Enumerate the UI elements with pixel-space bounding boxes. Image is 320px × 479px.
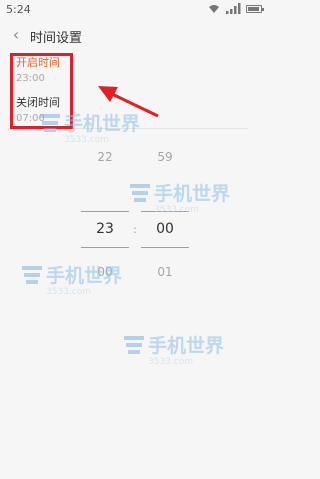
minute-next[interactable]: 01 xyxy=(141,265,189,279)
battery-icon xyxy=(246,5,264,13)
watermark-logo: 手机世界 3533.com xyxy=(124,330,240,366)
svg-text:3533.com: 3533.com xyxy=(154,205,199,214)
status-icons xyxy=(208,3,264,15)
time-separator: : xyxy=(133,223,137,236)
svg-text:3533.com: 3533.com xyxy=(64,135,109,144)
back-arrow-icon[interactable]: ‹ xyxy=(8,27,24,43)
hour-current[interactable]: 23 xyxy=(81,221,129,237)
picker-line xyxy=(81,211,129,212)
status-bar: 5:24 xyxy=(0,0,270,18)
minute-prev[interactable]: 59 xyxy=(141,150,189,164)
wifi-icon xyxy=(209,5,219,13)
watermark-logo: 手机世界 3533.com xyxy=(22,260,138,296)
page-title: 时间设置 xyxy=(30,31,83,46)
svg-text:手机世界: 手机世界 xyxy=(148,334,224,357)
status-time: 5:24 xyxy=(6,3,31,16)
svg-text:3533.com: 3533.com xyxy=(148,357,193,366)
watermark-logo: 手机世界 3533.com xyxy=(130,178,246,214)
svg-text:手机世界: 手机世界 xyxy=(46,264,122,287)
hour-prev[interactable]: 22 xyxy=(81,150,129,164)
svg-text:3533.com: 3533.com xyxy=(46,287,91,296)
watermark-logo: 手机世界 3533.com xyxy=(40,108,156,144)
picker-line xyxy=(81,247,129,248)
svg-text:手机世界: 手机世界 xyxy=(154,182,230,205)
svg-text:手机世界: 手机世界 xyxy=(64,112,140,135)
picker-line xyxy=(141,247,189,248)
minute-current[interactable]: 00 xyxy=(141,221,189,237)
signal-icon xyxy=(226,3,241,14)
header: ‹ 时间设置 xyxy=(0,20,270,50)
